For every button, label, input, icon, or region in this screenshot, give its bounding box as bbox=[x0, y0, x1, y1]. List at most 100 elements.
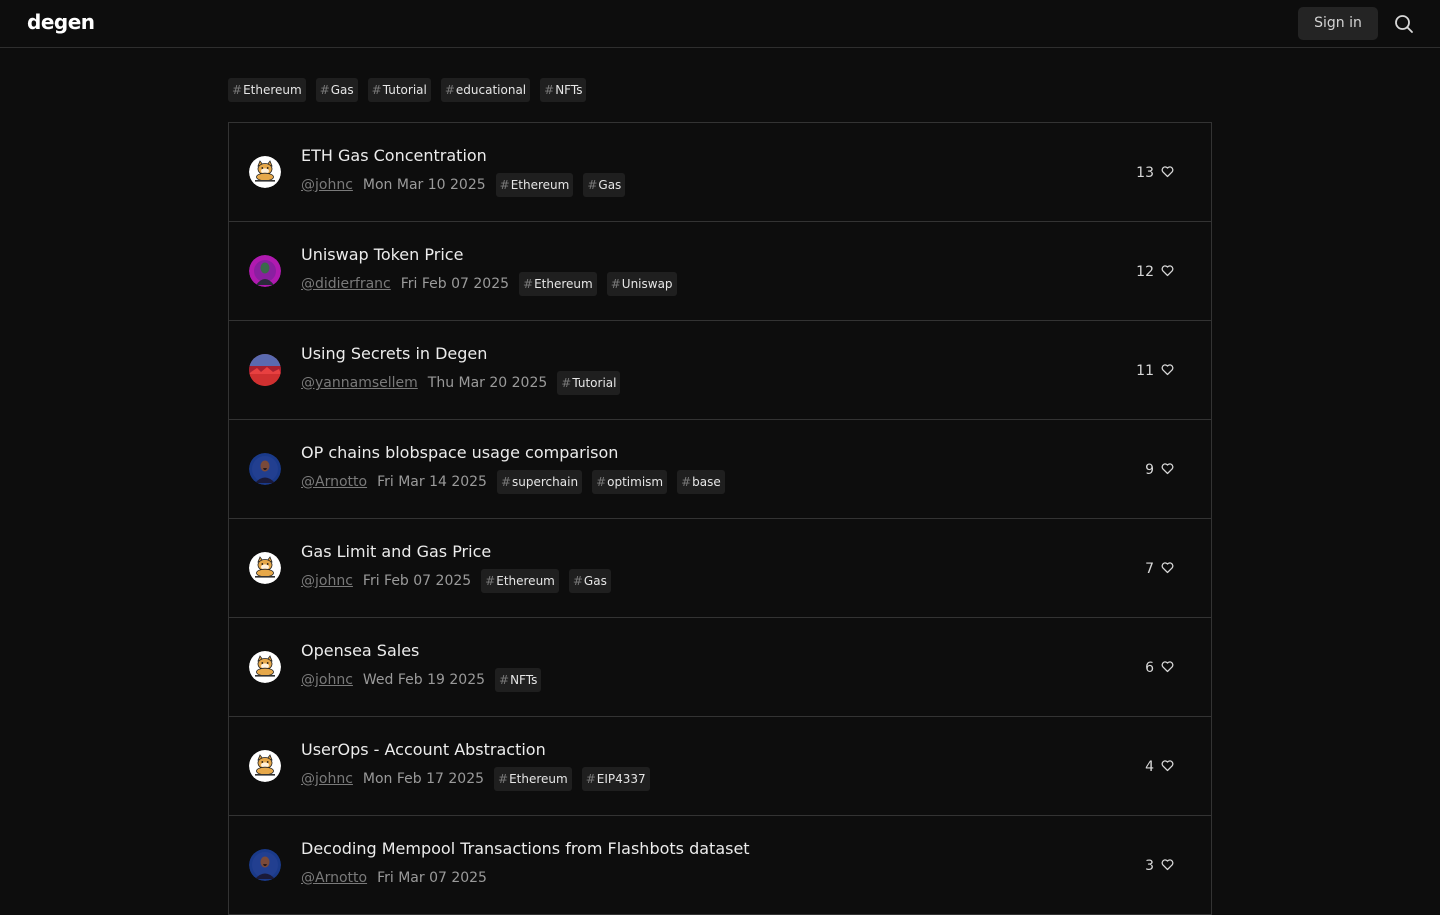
post-row[interactable]: Gas Limit and Gas Price @johnc Fri Feb 07 … bbox=[229, 519, 1211, 618]
post-date: Fri Feb 07 2025 bbox=[400, 276, 510, 292]
post-row[interactable]: ETH Gas Concentration @johnc Mon Mar 10 20… bbox=[229, 123, 1211, 222]
tag-superchain[interactable]: # superchain bbox=[496, 470, 583, 494]
author-link[interactable]: @Arnotto bbox=[301, 474, 367, 490]
author-link[interactable]: @johnc bbox=[301, 573, 353, 589]
tag-hash-symbol: # bbox=[232, 83, 243, 97]
tag-uniswap[interactable]: # Uniswap bbox=[606, 272, 677, 296]
tag-label: NFTs bbox=[510, 673, 538, 687]
like-button[interactable]: 3 bbox=[1145, 856, 1175, 876]
heart-icon bbox=[1160, 164, 1175, 183]
tag-label: Ethereum bbox=[510, 178, 570, 192]
author-avatar[interactable] bbox=[249, 354, 281, 386]
like-button[interactable]: 7 bbox=[1145, 559, 1175, 579]
post-row[interactable]: Decoding Mempool Transactions from Flash… bbox=[229, 816, 1211, 915]
tag-ethereum[interactable]: # Ethereum bbox=[481, 569, 559, 593]
tag-hash-symbol: # bbox=[585, 772, 596, 786]
tag-hash-symbol: # bbox=[610, 277, 621, 291]
like-count: 4 bbox=[1145, 759, 1154, 775]
tag-hash-symbol: # bbox=[544, 83, 555, 97]
author-avatar[interactable] bbox=[249, 750, 281, 782]
tag-nfts[interactable]: # NFTs bbox=[495, 668, 542, 692]
like-button[interactable]: 12 bbox=[1136, 262, 1175, 282]
like-button[interactable]: 13 bbox=[1136, 163, 1175, 183]
post-meta: @johnc Mon Mar 10 2025 # Ethereum # Gas bbox=[301, 173, 626, 197]
author-avatar[interactable] bbox=[249, 552, 281, 584]
tag-ethereum[interactable]: # Ethereum bbox=[494, 767, 572, 791]
like-button[interactable]: 4 bbox=[1145, 757, 1175, 777]
tag-filter-ethereum[interactable]: # Ethereum bbox=[228, 78, 306, 102]
tag-gas[interactable]: # Gas bbox=[583, 173, 626, 197]
post-title[interactable]: Using Secrets in Degen bbox=[301, 344, 487, 363]
top-navbar: degen Sign in bbox=[0, 0, 1440, 48]
like-count: 6 bbox=[1145, 660, 1154, 676]
post-date: Thu Mar 20 2025 bbox=[427, 375, 548, 391]
tag-filter-gas[interactable]: # Gas bbox=[315, 78, 358, 102]
heart-icon bbox=[1160, 659, 1175, 678]
post-title[interactable]: Uniswap Token Price bbox=[301, 245, 463, 264]
tag-optimism[interactable]: # optimism bbox=[592, 470, 668, 494]
tag-hash-symbol: # bbox=[681, 475, 692, 489]
tag-filter-tutorial[interactable]: # Tutorial bbox=[367, 78, 431, 102]
author-link[interactable]: @johnc bbox=[301, 771, 353, 787]
tag-label: Ethereum bbox=[534, 277, 593, 291]
like-button[interactable]: 11 bbox=[1136, 361, 1175, 381]
post-date: Fri Feb 07 2025 bbox=[362, 573, 472, 589]
author-avatar[interactable] bbox=[249, 156, 281, 188]
tag-label: Tutorial bbox=[382, 83, 427, 97]
tag-label: Uniswap bbox=[621, 277, 673, 291]
like-count: 13 bbox=[1136, 165, 1154, 181]
post-title[interactable]: OP chains blobspace usage comparison bbox=[301, 443, 618, 462]
post-meta: @johnc Mon Feb 17 2025 # Ethereum # EIP4337 bbox=[301, 767, 650, 791]
post-meta: @Arnotto Fri Mar 14 2025 # superchain # optim… bbox=[301, 470, 725, 494]
author-link[interactable]: @johnc bbox=[301, 672, 353, 688]
heart-icon bbox=[1160, 857, 1175, 876]
author-avatar[interactable] bbox=[249, 651, 281, 683]
author-avatar[interactable] bbox=[249, 849, 281, 881]
like-button[interactable]: 6 bbox=[1145, 658, 1175, 678]
post-meta: @johnc Wed Feb 19 2025 # NFTs bbox=[301, 668, 542, 692]
heart-icon bbox=[1160, 461, 1175, 480]
author-link[interactable]: @didierfranc bbox=[301, 276, 391, 292]
like-count: 7 bbox=[1145, 561, 1154, 577]
author-link[interactable]: @johnc bbox=[301, 177, 353, 193]
tag-eip4337[interactable]: # EIP4337 bbox=[581, 767, 650, 791]
tag-filter-bar: # Ethereum # Gas # Tutorial # educational # NFTs bbox=[228, 78, 587, 102]
sign-in-button[interactable]: Sign in bbox=[1298, 7, 1378, 40]
post-title[interactable]: Decoding Mempool Transactions from Flash… bbox=[301, 839, 750, 858]
post-title[interactable]: Gas Limit and Gas Price bbox=[301, 542, 491, 561]
tag-tutorial[interactable]: # Tutorial bbox=[557, 371, 621, 395]
post-meta: @yannamsellem Thu Mar 20 2025 # Tutorial bbox=[301, 371, 621, 395]
post-date: Wed Feb 19 2025 bbox=[362, 672, 486, 688]
author-link[interactable]: @Arnotto bbox=[301, 870, 367, 886]
tag-base[interactable]: # base bbox=[677, 470, 725, 494]
tag-label: Ethereum bbox=[243, 83, 302, 97]
tag-ethereum[interactable]: # Ethereum bbox=[495, 173, 574, 197]
tag-ethereum[interactable]: # Ethereum bbox=[519, 272, 597, 296]
post-row[interactable]: Using Secrets in Degen @yannamsellem Thu M… bbox=[229, 321, 1211, 420]
post-row[interactable]: Opensea Sales @johnc Wed Feb 19 2025 # NFTs 6 bbox=[229, 618, 1211, 717]
tag-hash-symbol: # bbox=[499, 178, 510, 192]
post-title[interactable]: UserOps - Account Abstraction bbox=[301, 740, 546, 759]
tag-hash-symbol: # bbox=[485, 574, 496, 588]
post-meta: @Arnotto Fri Mar 07 2025 bbox=[301, 866, 487, 890]
tag-filter-educational[interactable]: # educational bbox=[440, 78, 531, 102]
author-avatar[interactable] bbox=[249, 453, 281, 485]
tag-filter-nfts[interactable]: # NFTs bbox=[540, 78, 587, 102]
search-icon[interactable] bbox=[1392, 12, 1416, 36]
post-title[interactable]: ETH Gas Concentration bbox=[301, 146, 487, 165]
heart-icon bbox=[1160, 560, 1175, 579]
post-date: Fri Mar 14 2025 bbox=[377, 474, 487, 490]
heart-icon bbox=[1160, 263, 1175, 282]
post-row[interactable]: OP chains blobspace usage comparison @Arn… bbox=[229, 420, 1211, 519]
tag-hash-symbol: # bbox=[523, 277, 534, 291]
post-row[interactable]: Uniswap Token Price @didierfranc Fri Feb 0… bbox=[229, 222, 1211, 321]
author-link[interactable]: @yannamsellem bbox=[301, 375, 418, 391]
author-avatar[interactable] bbox=[249, 255, 281, 287]
degen-logo[interactable]: degen bbox=[27, 10, 95, 34]
tag-label: EIP4337 bbox=[596, 772, 646, 786]
like-button[interactable]: 9 bbox=[1145, 460, 1175, 480]
post-title[interactable]: Opensea Sales bbox=[301, 641, 419, 660]
post-row[interactable]: UserOps - Account Abstraction @johnc Mon F… bbox=[229, 717, 1211, 816]
tag-hash-symbol: # bbox=[371, 83, 382, 97]
tag-gas[interactable]: # Gas bbox=[568, 569, 611, 593]
